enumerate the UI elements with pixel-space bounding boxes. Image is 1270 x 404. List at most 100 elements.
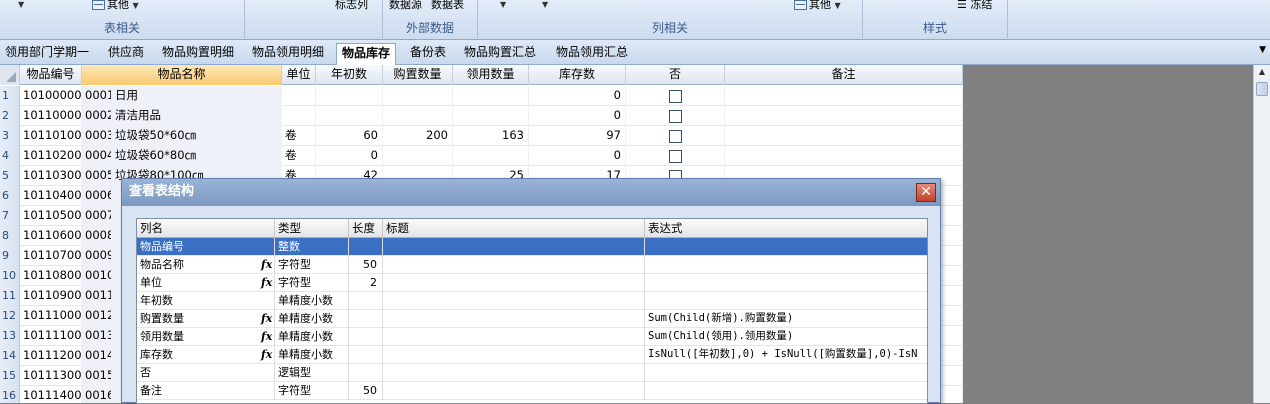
fx-icon[interactable]: fx bbox=[261, 256, 272, 273]
row-number[interactable]: 13 bbox=[0, 326, 20, 346]
cell-use[interactable] bbox=[453, 86, 529, 106]
cell-unit[interactable] bbox=[282, 106, 316, 126]
cell-unit[interactable]: 卷 bbox=[282, 146, 316, 166]
cell-buy[interactable] bbox=[383, 106, 453, 126]
dropdown-caret-icon[interactable]: ▼ bbox=[500, 0, 506, 12]
cell-name[interactable]: 垃圾袋50*60㎝ bbox=[112, 126, 282, 146]
cell-stock[interactable]: 0 bbox=[529, 86, 626, 106]
cell-start[interactable] bbox=[316, 106, 383, 126]
cell-code[interactable]: 0010 bbox=[82, 266, 112, 286]
row-number[interactable]: 12 bbox=[0, 306, 20, 326]
structure-cell-colname[interactable]: 库存数 fx bbox=[137, 346, 275, 364]
checkbox[interactable] bbox=[669, 110, 682, 123]
structure-cell-caption[interactable] bbox=[383, 382, 645, 400]
tab-department[interactable]: 领用部门学期一 bbox=[0, 43, 94, 63]
cell-code[interactable]: 0007 bbox=[82, 206, 112, 226]
cell-code[interactable]: 0004 bbox=[82, 146, 112, 166]
data-table-button[interactable]: 数据表 bbox=[431, 0, 464, 12]
structure-cell-type[interactable]: 单精度小数 bbox=[275, 310, 349, 328]
cell-stock[interactable]: 0 bbox=[529, 106, 626, 126]
cell-code[interactable]: 0012 bbox=[82, 306, 112, 326]
table-row[interactable]: 3 10110100 0003 垃圾袋50*60㎝卷 60 200 163 97 bbox=[0, 126, 963, 146]
freeze-button[interactable]: ☰ 冻结 bbox=[957, 0, 992, 12]
structure-cell-expr[interactable] bbox=[645, 274, 927, 292]
structure-cell-len[interactable]: 2 bbox=[349, 274, 383, 292]
row-number[interactable]: 4 bbox=[0, 146, 20, 166]
cell-id[interactable]: 10111400 bbox=[20, 386, 82, 403]
cell-code[interactable]: 0005 bbox=[82, 166, 112, 186]
cell-buy[interactable]: 200 bbox=[383, 126, 453, 146]
structure-row[interactable]: 备注 字符型 50 bbox=[137, 382, 927, 400]
cell-code[interactable]: 0006 bbox=[82, 186, 112, 206]
cell-id[interactable]: 10111200 bbox=[20, 346, 82, 366]
structure-cell-expr[interactable] bbox=[645, 256, 927, 274]
structure-cell-expr[interactable] bbox=[645, 382, 927, 400]
structure-cell-expr[interactable] bbox=[645, 238, 927, 256]
structure-cell-colname[interactable]: 物品名称 fx bbox=[137, 256, 275, 274]
cell-id[interactable]: 10110200 bbox=[20, 146, 82, 166]
structure-row[interactable]: 单位 fx 字符型 2 bbox=[137, 274, 927, 292]
cell-no[interactable] bbox=[626, 86, 725, 106]
row-number[interactable]: 14 bbox=[0, 346, 20, 366]
cell-id[interactable]: 10111300 bbox=[20, 366, 82, 386]
table-row[interactable]: 1 10100000 0001 日用 0 bbox=[0, 86, 963, 106]
row-number[interactable]: 2 bbox=[0, 106, 20, 126]
select-all-corner[interactable] bbox=[0, 65, 20, 85]
tab-purchase-summary[interactable]: 物品购置汇总 bbox=[459, 43, 541, 63]
structure-cell-len[interactable] bbox=[349, 346, 383, 364]
tab-supplier[interactable]: 供应商 bbox=[103, 43, 149, 63]
structure-cell-colname[interactable]: 备注 bbox=[137, 382, 275, 400]
cell-use[interactable]: 163 bbox=[453, 126, 529, 146]
cell-id[interactable]: 10110800 bbox=[20, 266, 82, 286]
cell-stock[interactable]: 97 bbox=[529, 126, 626, 146]
structure-cell-colname[interactable]: 购置数量 fx bbox=[137, 310, 275, 328]
structure-cell-len[interactable] bbox=[349, 292, 383, 310]
structure-cell-caption[interactable] bbox=[383, 274, 645, 292]
structure-cell-caption[interactable] bbox=[383, 310, 645, 328]
structure-cell-caption[interactable] bbox=[383, 238, 645, 256]
structure-row[interactable]: 年初数 单精度小数 bbox=[137, 292, 927, 310]
cell-id[interactable]: 10110600 bbox=[20, 226, 82, 246]
cell-id[interactable]: 10110700 bbox=[20, 246, 82, 266]
cell-unit[interactable] bbox=[282, 86, 316, 106]
cell-code[interactable]: 0013 bbox=[82, 326, 112, 346]
cell-code[interactable]: 0001 bbox=[82, 86, 112, 106]
col-header-caption[interactable]: 标题 bbox=[383, 219, 645, 238]
cell-use[interactable] bbox=[453, 146, 529, 166]
cell-code[interactable]: 0002 bbox=[82, 106, 112, 126]
structure-cell-caption[interactable] bbox=[383, 328, 645, 346]
row-number[interactable]: 6 bbox=[0, 186, 20, 206]
cell-id[interactable]: 10111100 bbox=[20, 326, 82, 346]
scroll-thumb[interactable] bbox=[1256, 82, 1268, 96]
cell-no[interactable] bbox=[626, 146, 725, 166]
col-header-expression[interactable]: 表达式 bbox=[645, 219, 927, 238]
col-header-type[interactable]: 类型 bbox=[275, 219, 349, 238]
structure-cell-len[interactable] bbox=[349, 310, 383, 328]
cell-id[interactable]: 10110400 bbox=[20, 186, 82, 206]
structure-table[interactable]: 列名 类型 长度 标题 表达式 物品编号 整数 物品名称 fx 字符型 50 单位 fx 字符型… bbox=[136, 218, 928, 404]
structure-cell-type[interactable]: 逻辑型 bbox=[275, 364, 349, 382]
data-source-button[interactable]: 数据源 bbox=[389, 0, 422, 12]
cell-code[interactable]: 0014 bbox=[82, 346, 112, 366]
checkbox[interactable] bbox=[669, 130, 682, 143]
structure-cell-expr[interactable]: Sum(Child(新增).购置数量) bbox=[645, 310, 927, 328]
structure-cell-type[interactable]: 字符型 bbox=[275, 274, 349, 292]
row-number[interactable]: 1 bbox=[0, 86, 20, 106]
cell-id[interactable]: 10110900 bbox=[20, 286, 82, 306]
fx-icon[interactable]: fx bbox=[261, 346, 272, 363]
structure-cell-type[interactable]: 单精度小数 bbox=[275, 346, 349, 364]
col-header-remark[interactable]: 备注 bbox=[725, 65, 963, 85]
cell-buy[interactable] bbox=[383, 146, 453, 166]
tab-usage-summary[interactable]: 物品领用汇总 bbox=[551, 43, 633, 63]
structure-row[interactable]: 购置数量 fx 单精度小数 Sum(Child(新增).购置数量) bbox=[137, 310, 927, 328]
structure-cell-expr[interactable] bbox=[645, 292, 927, 310]
scroll-up-icon[interactable]: ▲ bbox=[1256, 67, 1268, 79]
row-number[interactable]: 9 bbox=[0, 246, 20, 266]
cell-name[interactable]: 日用 bbox=[112, 86, 282, 106]
other-button-1[interactable]: 其他 ▼ bbox=[92, 0, 139, 12]
cell-buy[interactable] bbox=[383, 86, 453, 106]
tab-usage-detail[interactable]: 物品领用明细 bbox=[247, 43, 329, 63]
cell-no[interactable] bbox=[626, 126, 725, 146]
flag-column-button[interactable]: 标志列 bbox=[335, 0, 368, 12]
row-number[interactable]: 5 bbox=[0, 166, 20, 186]
